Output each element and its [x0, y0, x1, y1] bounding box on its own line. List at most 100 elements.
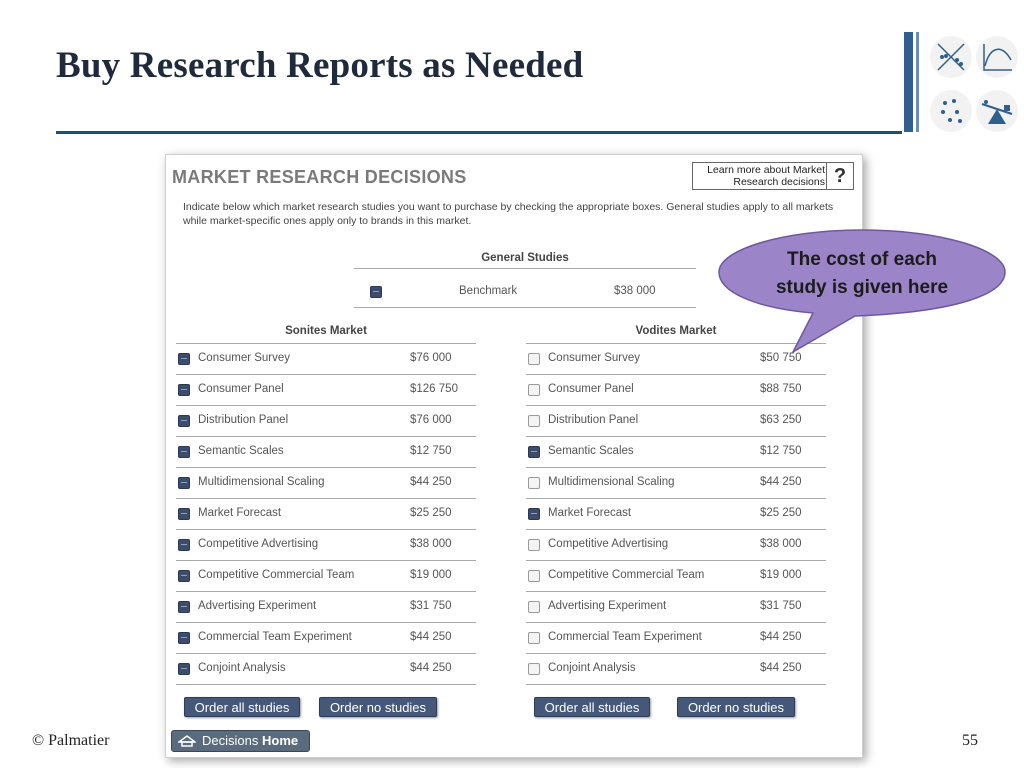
study-checkbox[interactable] [178, 384, 190, 396]
study-row: Semantic Scales $12 750 [526, 437, 826, 468]
study-row-benchmark: Benchmark $38 000 [354, 277, 696, 308]
study-name: Conjoint Analysis [198, 662, 286, 674]
study-row: Advertising Experiment $31 750 [176, 592, 476, 623]
seesaw-icon [976, 90, 1018, 132]
sonites-market-header: Sonites Market [176, 319, 476, 344]
study-row: Competitive Commercial Team $19 000 [526, 561, 826, 592]
vodites-order-all-button[interactable]: Order all studies [534, 697, 650, 717]
study-price: $44 250 [410, 631, 452, 643]
decisions-home-label: Decisions Home [202, 731, 298, 751]
study-row: Market Forecast $25 250 [526, 499, 826, 530]
study-checkbox[interactable] [528, 384, 540, 396]
decisions-home-button[interactable]: Decisions Home [171, 730, 310, 752]
study-checkbox[interactable] [528, 415, 540, 427]
study-row: Distribution Panel $76 000 [176, 406, 476, 437]
study-price: $38 000 [614, 285, 656, 297]
study-row: Competitive Commercial Team $19 000 [176, 561, 476, 592]
study-checkbox[interactable] [528, 570, 540, 582]
study-checkbox[interactable] [528, 663, 540, 675]
study-name: Commercial Team Experiment [198, 631, 352, 643]
study-name: Distribution Panel [548, 414, 639, 426]
study-checkbox[interactable] [528, 601, 540, 613]
general-studies-header: General Studies [354, 252, 696, 269]
study-name: Competitive Commercial Team [548, 569, 705, 581]
study-row: Commercial Team Experiment $44 250 [176, 623, 476, 654]
home-label: Home [261, 733, 299, 748]
study-checkbox[interactable] [178, 570, 190, 582]
study-price: $19 000 [410, 569, 452, 581]
study-checkbox[interactable] [528, 446, 540, 458]
study-row: Commercial Team Experiment $44 250 [526, 623, 826, 654]
study-price: $38 000 [410, 538, 452, 550]
study-row: Multidimensional Scaling $44 250 [526, 468, 826, 499]
study-row: Multidimensional Scaling $44 250 [176, 468, 476, 499]
study-row: Conjoint Analysis $44 250 [526, 654, 826, 685]
study-name: Distribution Panel [198, 414, 289, 426]
study-checkbox[interactable] [178, 353, 190, 365]
study-price: $126 750 [410, 383, 458, 395]
cluster-icon [930, 90, 972, 132]
instructions-text: Indicate below which market research stu… [183, 201, 834, 227]
study-checkbox[interactable] [178, 663, 190, 675]
sonites-order-all-button[interactable]: Order all studies [184, 697, 300, 717]
study-price: $76 000 [410, 414, 452, 426]
study-price: $76 000 [410, 352, 452, 364]
study-name: Market Forecast [198, 507, 282, 519]
study-row: Conjoint Analysis $44 250 [176, 654, 476, 685]
study-price: $44 250 [760, 662, 802, 674]
study-row: Competitive Advertising $38 000 [176, 530, 476, 561]
study-price: $44 250 [760, 476, 802, 488]
sonites-order-none-button[interactable]: Order no studies [319, 697, 437, 717]
study-checkbox[interactable] [528, 632, 540, 644]
study-checkbox[interactable] [528, 508, 540, 520]
study-name: Commercial Team Experiment [548, 631, 702, 643]
study-price: $12 750 [760, 445, 802, 457]
study-name: Semantic Scales [548, 445, 634, 457]
vodites-order-none-button[interactable]: Order no studies [677, 697, 795, 717]
study-name: Consumer Survey [198, 352, 291, 364]
study-name: Multidimensional Scaling [548, 476, 675, 488]
study-checkbox[interactable] [178, 446, 190, 458]
study-price: $31 750 [410, 600, 452, 612]
study-name: Competitive Commercial Team [198, 569, 355, 581]
scatter-icon [930, 36, 972, 78]
help-link-text: Learn more about Market Research decisio… [707, 164, 825, 188]
study-name: Multidimensional Scaling [198, 476, 325, 488]
study-price: $44 250 [410, 476, 452, 488]
study-row: Semantic Scales $12 750 [176, 437, 476, 468]
study-price: $44 250 [410, 662, 452, 674]
study-price: $38 000 [760, 538, 802, 550]
study-checkbox[interactable] [178, 415, 190, 427]
question-icon: ? [826, 163, 853, 189]
study-name: Market Forecast [548, 507, 632, 519]
study-checkbox[interactable] [178, 601, 190, 613]
checkbox-benchmark[interactable] [370, 286, 382, 298]
study-name: Benchmark [459, 285, 518, 297]
sonites-market: Sonites Market Consumer Survey $76 000 Con… [176, 319, 476, 685]
study-name: Competitive Advertising [198, 538, 319, 550]
vodites-market: Vodites Market Consumer Survey $50 750 Con… [526, 319, 826, 685]
study-checkbox[interactable] [528, 353, 540, 365]
study-row: Consumer Survey $76 000 [176, 344, 476, 375]
callout-text: The cost of each study is given here [775, 249, 949, 298]
study-name: Consumer Survey [548, 352, 641, 364]
title-rule [56, 131, 902, 134]
accent-bar-thin [916, 32, 919, 132]
study-price: $19 000 [760, 569, 802, 581]
study-checkbox[interactable] [178, 632, 190, 644]
study-name: Competitive Advertising [548, 538, 669, 550]
study-price: $63 250 [760, 414, 802, 426]
study-price: $25 250 [410, 507, 452, 519]
study-checkbox[interactable] [528, 539, 540, 551]
study-name: Semantic Scales [198, 445, 284, 457]
study-checkbox[interactable] [178, 477, 190, 489]
study-checkbox[interactable] [528, 477, 540, 489]
study-row: Consumer Panel $126 750 [176, 375, 476, 406]
study-checkbox[interactable] [178, 539, 190, 551]
slide-title: Buy Research Reports as Needed [56, 45, 584, 86]
study-row: Competitive Advertising $38 000 [526, 530, 826, 561]
help-link[interactable]: Learn more about Market Research decisio… [692, 162, 854, 190]
panel-title: MARKET RESEARCH DECISIONS [172, 167, 467, 187]
study-price: $44 250 [760, 631, 802, 643]
study-checkbox[interactable] [178, 508, 190, 520]
